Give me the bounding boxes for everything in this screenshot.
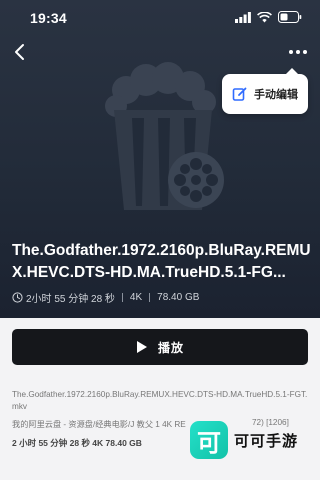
file-name: The.Godfather.1972.2160p.BluRay.REMUX.HE… xyxy=(12,390,308,411)
movie-meta: 2小时 55 分钟 28 秒 4K 78.40 GB xyxy=(12,289,199,305)
play-label: 播放 xyxy=(157,340,184,355)
file-path: 我的阿里云盘 - 资源盘/经典电影/J 教父 1 4K RE xyxy=(12,420,186,429)
wifi-icon xyxy=(257,11,272,22)
movie-title: The.Godfather.1972.2160p.BluRay.REMUX.HE… xyxy=(12,242,311,281)
edit-icon xyxy=(232,87,247,101)
movie-resolution: 4K xyxy=(129,291,143,303)
status-bar: 19:34 xyxy=(0,0,320,36)
battery-icon xyxy=(278,11,302,23)
watermark-logo: 可 xyxy=(190,421,228,459)
manual-edit-label: 手动编辑 xyxy=(254,89,298,101)
status-time: 19:34 xyxy=(30,10,67,26)
back-arrow-icon[interactable] xyxy=(8,40,32,64)
watermark-text: 可可手游 xyxy=(234,432,299,450)
more-options-icon[interactable] xyxy=(286,42,310,62)
status-icons xyxy=(235,11,302,23)
signal-icon xyxy=(235,11,251,23)
play-icon xyxy=(136,341,147,353)
play-button[interactable]: 播放 xyxy=(12,329,308,365)
watermark: 可 可可手游 xyxy=(190,421,298,459)
manual-edit-menu-item[interactable]: 手动编辑 xyxy=(222,68,308,114)
divider xyxy=(149,292,151,302)
movie-duration: 2小时 55 分钟 28 秒 xyxy=(26,293,115,305)
clock-icon xyxy=(12,291,23,303)
movie-placeholder-icon xyxy=(105,62,224,210)
divider xyxy=(121,292,123,302)
movie-size: 78.40 GB xyxy=(157,291,200,303)
